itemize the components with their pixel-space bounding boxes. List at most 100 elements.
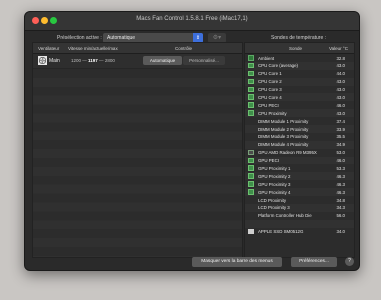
cpu-chip-icon [248, 86, 254, 93]
sensor-row[interactable]: GPU Proximity 2 46.3 [245, 172, 354, 181]
sensor-row[interactable]: CPU Core 1 44.0 [245, 70, 354, 78]
sensor-name: DIMM Module 2 Proximity [258, 126, 309, 132]
help-button[interactable]: ? [345, 257, 354, 266]
sensor-row[interactable]: CPU Core 3 43.0 [245, 86, 354, 94]
fan-table-empty-area [33, 69, 242, 257]
sensor-value: 46.3 [336, 189, 345, 195]
title-bar[interactable]: Macs Fan Control 1.5.8.1 Free (iMac17,1) [25, 12, 359, 31]
gpu-chip-icon [248, 173, 254, 179]
sensors-label: Sondes de température : [271, 35, 327, 41]
sensor-row[interactable]: GPU AMD Radeon R9 M395X 53.0 [245, 149, 354, 157]
fan-name: Main [49, 58, 60, 64]
sensor-row[interactable]: CPU Core (average) 43.0 [245, 61, 354, 70]
sensor-row[interactable]: Ambient 32.8 [245, 54, 354, 62]
fan-row-main[interactable]: Main 1200 — 1197 — 2800 Automatique Pers… [33, 54, 242, 69]
sensor-value: 43.0 [336, 94, 345, 100]
fan-table-header: Ventilateur Vitesse min/actuelle/max Con… [33, 43, 242, 54]
custom-button[interactable]: Personnalisé... [183, 56, 225, 65]
sensor-row[interactable]: GPU PECI 46.0 [245, 156, 354, 165]
sensor-name: LCD Proximity [258, 197, 287, 203]
sensor-value: 43.0 [336, 87, 345, 93]
sensor-value: 53.3 [336, 165, 345, 171]
fan-speeds: 1200 — 1197 — 2800 [71, 58, 115, 63]
sensor-row[interactable]: GPU Proximity 4 46.3 [245, 188, 354, 197]
sensor-value: 43.0 [336, 110, 345, 116]
sensor-value: 33.9 [336, 126, 345, 132]
memory-module-icon [248, 213, 254, 219]
fan-current-speed: 1197 [88, 58, 98, 63]
sensor-name: CPU PECI [258, 102, 279, 108]
sensor-value: 34.0 [336, 229, 345, 235]
sensor-row[interactable]: DIMM Module 4 Proximity 34.9 [245, 140, 354, 149]
window-title: Macs Fan Control 1.5.8.1 Free (iMac17,1) [136, 16, 248, 22]
sensor-name: GPU Proximity 2 [258, 173, 291, 179]
sensor-row[interactable]: LCD Proximity 34.8 [245, 196, 354, 204]
cpu-chip-icon [248, 70, 254, 77]
sensor-value: 43.0 [336, 79, 345, 85]
speed-column-header[interactable]: Vitesse min/actuelle/max [68, 46, 118, 51]
sensor-value: 43.0 [336, 63, 345, 69]
sensor-name: GPU Proximity 1 [258, 165, 291, 171]
sensor-row[interactable]: LCD Proximity 3 34.3 [245, 203, 354, 212]
automatic-button[interactable]: Automatique [143, 56, 182, 65]
cpu-chip-icon [248, 110, 254, 116]
memory-module-icon [248, 197, 254, 203]
sensor-row[interactable]: DIMM Module 2 Proximity 33.9 [245, 125, 354, 133]
sensor-row[interactable]: DIMM Module 3 Proximity 35.5 [245, 133, 354, 141]
sensor-name: CPU Core 4 [258, 94, 282, 100]
fan-icon [38, 56, 47, 65]
fan-table: Ventilateur Vitesse min/actuelle/max Con… [32, 42, 243, 258]
sensor-value: 37.4 [336, 118, 345, 124]
memory-module-icon [248, 142, 254, 148]
sensor-value: 35.5 [336, 134, 345, 140]
preset-label: Présélection active : [57, 35, 102, 41]
memory-module-icon [248, 126, 254, 132]
sensor-name: DIMM Module 1 Proximity [258, 118, 309, 124]
sensor-value: 32.8 [336, 55, 345, 61]
cpu-chip-icon [248, 62, 254, 69]
sensor-row[interactable]: CPU Core 4 43.0 [245, 93, 354, 102]
sensor-row[interactable]: CPU Proximity 43.0 [245, 109, 354, 118]
sensor-row[interactable]: GPU Proximity 3 46.3 [245, 180, 354, 188]
sensor-value: 44.0 [336, 71, 345, 77]
sensor-row[interactable]: APPLE SSD SM0512G 34.0 [245, 228, 354, 236]
hide-to-menubar-button[interactable]: Masquer vers la barre des menus [192, 257, 282, 267]
cpu-chip-icon [248, 78, 254, 85]
sensor-value: 34.9 [336, 142, 345, 148]
sensor-name: CPU Core 3 [258, 87, 282, 93]
cpu-chip-icon [248, 102, 254, 108]
sensor-name: GPU AMD Radeon R9 M395X [258, 150, 317, 156]
sensor-list: Ambient 32.8 CPU Core (average) 43.0 CPU Cor… [245, 54, 354, 235]
sensor-name: DIMM Module 4 Proximity [258, 142, 309, 148]
sensor-row[interactable]: Platform Controller Hub Die 56.0 [245, 212, 354, 220]
sensor-value: 34.3 [336, 205, 345, 211]
sensor-value: 53.0 [336, 150, 345, 156]
sensor-row[interactable]: CPU PECI 46.0 [245, 101, 354, 109]
sensor-value: 46.0 [336, 102, 345, 108]
sensor-value: 34.8 [336, 197, 345, 203]
app-window: Macs Fan Control 1.5.8.1 Free (iMac17,1)… [24, 11, 360, 271]
sensor-name: CPU Core (average) [258, 63, 299, 69]
sensor-name: GPU PECI [258, 158, 279, 164]
memory-module-icon [248, 134, 254, 140]
memory-module-icon [248, 118, 254, 124]
fan-min-speed: 1200 [71, 58, 82, 63]
sensor-name: LCD Proximity 3 [258, 205, 290, 211]
control-column-header[interactable]: Contrôle [175, 46, 192, 51]
sensor-column-header[interactable]: Sonde [289, 46, 302, 51]
sensor-name: CPU Proximity [258, 110, 287, 116]
sensor-row[interactable]: CPU Core 2 43.0 [245, 77, 354, 86]
fan-column-header[interactable]: Ventilateur [38, 46, 59, 51]
sensor-row[interactable] [245, 219, 354, 228]
sensor-row[interactable]: DIMM Module 1 Proximity 37.4 [245, 117, 354, 125]
sensor-row[interactable]: GPU Proximity 1 53.3 [245, 164, 354, 172]
sensor-value: 46.0 [336, 158, 345, 164]
sensor-value: 46.3 [336, 173, 345, 179]
preset-value: Automatique [107, 35, 136, 41]
gpu-chip-icon [248, 189, 254, 195]
ambient-sensor-icon [248, 55, 254, 61]
memory-module-icon [248, 205, 254, 211]
value-column-header[interactable]: Valeur °C [329, 46, 348, 51]
preferences-button[interactable]: Préférences... [291, 257, 337, 267]
fan-max-speed: 2800 [104, 58, 115, 63]
